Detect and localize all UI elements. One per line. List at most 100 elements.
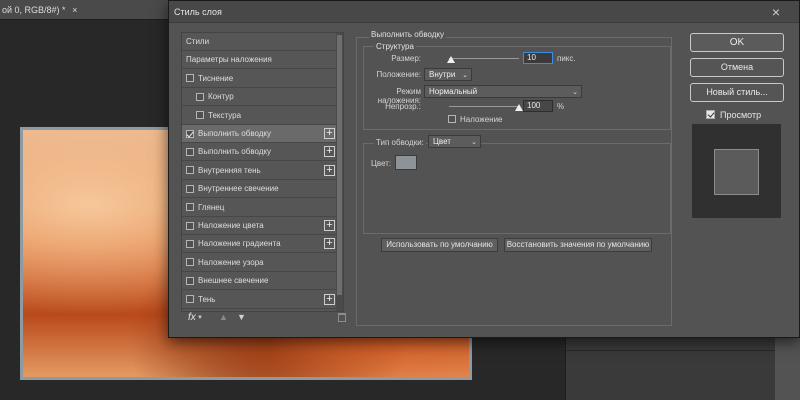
- style-checkbox[interactable]: [186, 147, 194, 156]
- ok-button[interactable]: OK: [690, 33, 784, 52]
- style-list-item[interactable]: Контур: [182, 88, 337, 107]
- blend-mode-select[interactable]: Нормальный ⌄: [424, 85, 582, 98]
- style-checkbox[interactable]: [196, 92, 204, 101]
- style-list-label: Выполнить обводку: [198, 129, 272, 138]
- style-checkbox[interactable]: [186, 74, 194, 83]
- style-list: Стили Параметры наложения Тиснение Контур Те…: [181, 32, 344, 312]
- fill-type-value: Цвет: [433, 137, 451, 146]
- position-label: Положение:: [376, 70, 422, 79]
- style-list-item[interactable]: Тень +: [182, 291, 337, 309]
- cancel-button[interactable]: Отмена: [690, 58, 784, 77]
- style-list-scrollbar[interactable]: [336, 33, 343, 311]
- opacity-slider-track[interactable]: [449, 106, 519, 107]
- style-checkbox[interactable]: [186, 258, 194, 267]
- style-checkbox[interactable]: [186, 129, 194, 138]
- style-list-item[interactable]: Внешнее свечение: [182, 272, 337, 291]
- size-slider-knob[interactable]: [447, 56, 456, 63]
- style-checkbox[interactable]: [186, 203, 194, 212]
- fx-button[interactable]: fx: [188, 312, 196, 323]
- size-slider-track[interactable]: [449, 58, 519, 59]
- color-label: Цвет:: [371, 159, 392, 168]
- dialog-titlebar[interactable]: Стиль слоя ×: [169, 1, 799, 23]
- style-checkbox[interactable]: [186, 239, 194, 248]
- style-list-item[interactable]: Выполнить обводку +: [182, 125, 337, 143]
- style-checkbox[interactable]: [196, 111, 204, 120]
- preview-swatch: [714, 149, 759, 195]
- opacity-value: 100: [527, 101, 541, 110]
- move-up-icon[interactable]: ▲: [219, 312, 228, 322]
- trash-icon[interactable]: [338, 313, 346, 322]
- style-list-item[interactable]: Наложение градиента +: [182, 235, 337, 254]
- add-style-icon[interactable]: +: [324, 220, 335, 231]
- overprint-checkbox[interactable]: [448, 115, 456, 123]
- color-swatch[interactable]: [395, 155, 417, 170]
- add-style-icon[interactable]: +: [324, 146, 335, 158]
- position-select[interactable]: Внутри ⌄: [424, 68, 472, 81]
- style-list-label: Текстура: [208, 110, 242, 120]
- style-list-item[interactable]: Текстура: [182, 107, 337, 125]
- style-checkbox[interactable]: [186, 221, 194, 230]
- add-style-icon[interactable]: +: [324, 128, 335, 139]
- style-list-footer: fx ▼ ▲ ▼: [181, 312, 346, 328]
- style-list-label: Наложение градиента: [198, 239, 281, 249]
- opacity-input[interactable]: 100: [523, 100, 553, 112]
- style-checkbox[interactable]: [186, 184, 194, 193]
- style-list-item[interactable]: Выполнить обводку +: [182, 143, 337, 162]
- opacity-label: Непрозр.:: [385, 102, 421, 111]
- style-list-label: Выполнить обводку: [198, 147, 272, 157]
- fill-type-select[interactable]: Цвет ⌄: [428, 135, 481, 148]
- style-list-label: Стили: [186, 37, 210, 46]
- opacity-unit: %: [557, 102, 565, 111]
- chevron-down-icon: ⌄: [471, 139, 477, 146]
- position-value: Внутри: [429, 70, 456, 79]
- style-list-item[interactable]: Глянец: [182, 199, 337, 217]
- close-icon[interactable]: ×: [765, 4, 787, 20]
- style-checkbox[interactable]: [186, 295, 194, 304]
- section-title: Выполнить обводку: [369, 30, 447, 39]
- style-list-label: Наложение цвета: [198, 221, 264, 230]
- style-list-item[interactable]: Тиснение: [182, 70, 337, 88]
- style-checkbox[interactable]: [186, 276, 194, 285]
- style-list-item[interactable]: Внутренняя тень +: [182, 162, 337, 180]
- layer-style-dialog: Стиль слоя × Стили Параметры наложения Тис…: [168, 0, 800, 338]
- style-list-label: Наложение узора: [198, 257, 264, 267]
- overprint-label: Наложение: [460, 115, 503, 124]
- style-list-label: Тиснение: [198, 73, 234, 83]
- style-list-item[interactable]: Наложение узора: [182, 254, 337, 272]
- style-list-item[interactable]: Параметры наложения: [182, 51, 337, 70]
- make-default-button[interactable]: Использовать по умолчанию: [381, 238, 498, 252]
- structure-title: Структура: [374, 42, 416, 51]
- dialog-title: Стиль слоя: [174, 7, 222, 17]
- move-down-icon[interactable]: ▼: [237, 312, 246, 322]
- opacity-slider-knob[interactable]: [515, 104, 523, 111]
- size-label: Размер:: [391, 54, 421, 63]
- document-tab[interactable]: ой 0, RGB/8#) * ×: [0, 0, 175, 20]
- reset-default-button[interactable]: Восстановить значения по умолчанию: [504, 238, 652, 252]
- style-list-label: Глянец: [198, 202, 225, 212]
- style-list-label: Параметры наложения: [186, 55, 272, 65]
- add-style-icon[interactable]: +: [324, 238, 335, 250]
- blend-mode-value: Нормальный: [429, 87, 478, 96]
- add-style-icon[interactable]: +: [324, 293, 335, 305]
- style-list-item[interactable]: Наложение цвета +: [182, 217, 337, 235]
- new-style-button[interactable]: Новый стиль...: [690, 83, 784, 102]
- panel-scrollbar[interactable]: [775, 330, 800, 400]
- fill-type-label: Тип обводки:: [374, 138, 426, 147]
- style-list-item[interactable]: Стили: [182, 33, 337, 51]
- preview-label: Просмотр: [720, 110, 762, 120]
- style-list-item[interactable]: Внутреннее свечение: [182, 180, 337, 199]
- preview-checkbox[interactable]: [706, 110, 715, 119]
- size-value: 10: [527, 53, 536, 62]
- panel-divider: [566, 350, 800, 351]
- style-list-label: Тень: [198, 294, 216, 304]
- style-list-label: Контур: [208, 92, 234, 102]
- style-checkbox[interactable]: [186, 166, 194, 175]
- document-tab-close-icon[interactable]: ×: [72, 5, 77, 15]
- scrollbar-thumb[interactable]: [337, 35, 342, 295]
- size-input[interactable]: 10: [523, 52, 553, 64]
- chevron-down-icon: ⌄: [572, 89, 578, 96]
- add-style-icon[interactable]: +: [324, 164, 335, 176]
- style-list-label: Внутренняя тень: [198, 165, 261, 175]
- fx-dropdown-icon[interactable]: ▼: [197, 315, 203, 321]
- chevron-down-icon: ⌄: [462, 72, 468, 79]
